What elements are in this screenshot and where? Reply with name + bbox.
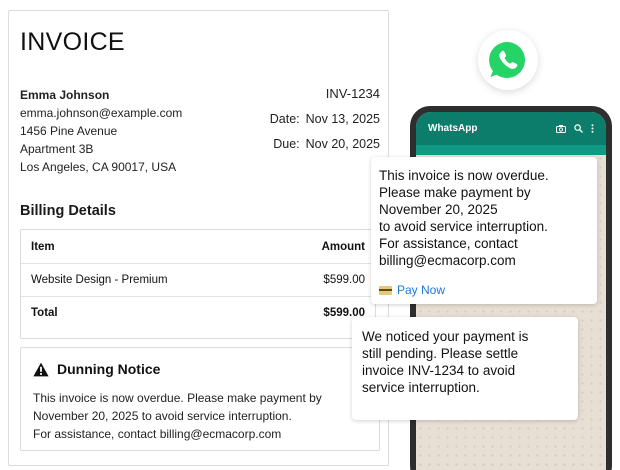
message-line: Please make payment by: [379, 185, 531, 200]
message-line: invoice INV-1234 to avoid: [362, 363, 516, 378]
date-value: Nov 13, 2025: [305, 112, 380, 126]
billing-heading: Billing Details: [20, 203, 116, 219]
message-line: We noticed your payment is: [362, 329, 529, 344]
due-label: Due:: [273, 137, 300, 151]
message-line: This invoice is now overdue.: [379, 168, 549, 183]
table-row: Website Design - Premium $599.00: [21, 263, 375, 296]
billing-table: Item Amount Website Design - Premium $59…: [20, 229, 376, 339]
notice-line: November 20, 2025 to avoid service inter…: [33, 409, 292, 423]
customer-address-line1: 1456 Pine Avenue: [20, 124, 118, 138]
item-amount: $599.00: [323, 274, 365, 286]
invoice-number: INV-1234: [325, 86, 380, 101]
customer-name: Emma Johnson: [20, 88, 110, 102]
whatsapp-logo-icon: [489, 41, 525, 78]
message-line: to avoid service interruption.: [379, 219, 548, 234]
due-value: Nov 20, 2025: [305, 137, 380, 151]
dunning-notice: Dunning Notice This invoice is now overd…: [20, 347, 380, 451]
search-icon[interactable]: [574, 124, 583, 133]
more-vert-icon[interactable]: [591, 124, 594, 133]
column-header-amount: Amount: [321, 240, 365, 253]
notice-body: This invoice is now overdue. Please make…: [33, 389, 373, 443]
customer-email: emma.johnson@example.com: [20, 106, 183, 120]
pay-now-link[interactable]: Pay Now: [379, 282, 589, 299]
warning-icon: [33, 362, 49, 376]
customer-city: Los Angeles, CA 90017, USA: [20, 160, 177, 174]
whatsapp-logo-badge: [478, 30, 538, 90]
message-line: still pending. Please settle: [362, 346, 519, 361]
whatsapp-app-bar: WhatsApp: [416, 112, 606, 145]
table-total-row: Total $599.00: [21, 296, 375, 329]
message-line: service interruption.: [362, 380, 480, 395]
table-header-row: Item Amount: [21, 230, 375, 263]
notice-heading: Dunning Notice: [33, 361, 160, 377]
notice-line: For assistance, contact billing@ecmacorp…: [33, 427, 282, 441]
app-title: WhatsApp: [428, 123, 478, 134]
pay-now-label: Pay Now: [397, 283, 446, 297]
app-bar-tabs-strip: [416, 145, 606, 155]
credit-card-icon: [379, 286, 392, 295]
message-bubble: We noticed your payment is still pending…: [352, 317, 578, 420]
customer-address-line2: Apartment 3B: [20, 142, 94, 156]
notice-title: Dunning Notice: [57, 361, 161, 377]
column-header-item: Item: [31, 240, 55, 253]
invoice-date-row: Date: Nov 13, 2025: [270, 112, 380, 126]
message-line: billing@ecmacorp.com: [379, 253, 516, 268]
message-bubble: This invoice is now overdue. Please make…: [371, 157, 597, 304]
invoice-due-row: Due: Nov 20, 2025: [270, 137, 380, 151]
camera-icon[interactable]: [556, 124, 566, 133]
item-name: Website Design - Premium: [31, 274, 168, 286]
notice-line: This invoice is now overdue. Please make…: [33, 391, 322, 405]
date-label: Date:: [269, 112, 300, 126]
message-line: For assistance, contact: [379, 236, 518, 251]
message-line: November 20, 2025: [379, 202, 498, 217]
invoice-document: INVOICE Emma Johnson emma.johnson@exampl…: [8, 10, 389, 466]
total-label: Total: [31, 307, 58, 319]
invoice-meta: INV-1234 Date: Nov 13, 2025 Due: Nov 20, 2…: [270, 86, 380, 151]
customer-details: Emma Johnson emma.johnson@example.com 14…: [20, 86, 182, 176]
invoice-title: INVOICE: [20, 28, 125, 56]
